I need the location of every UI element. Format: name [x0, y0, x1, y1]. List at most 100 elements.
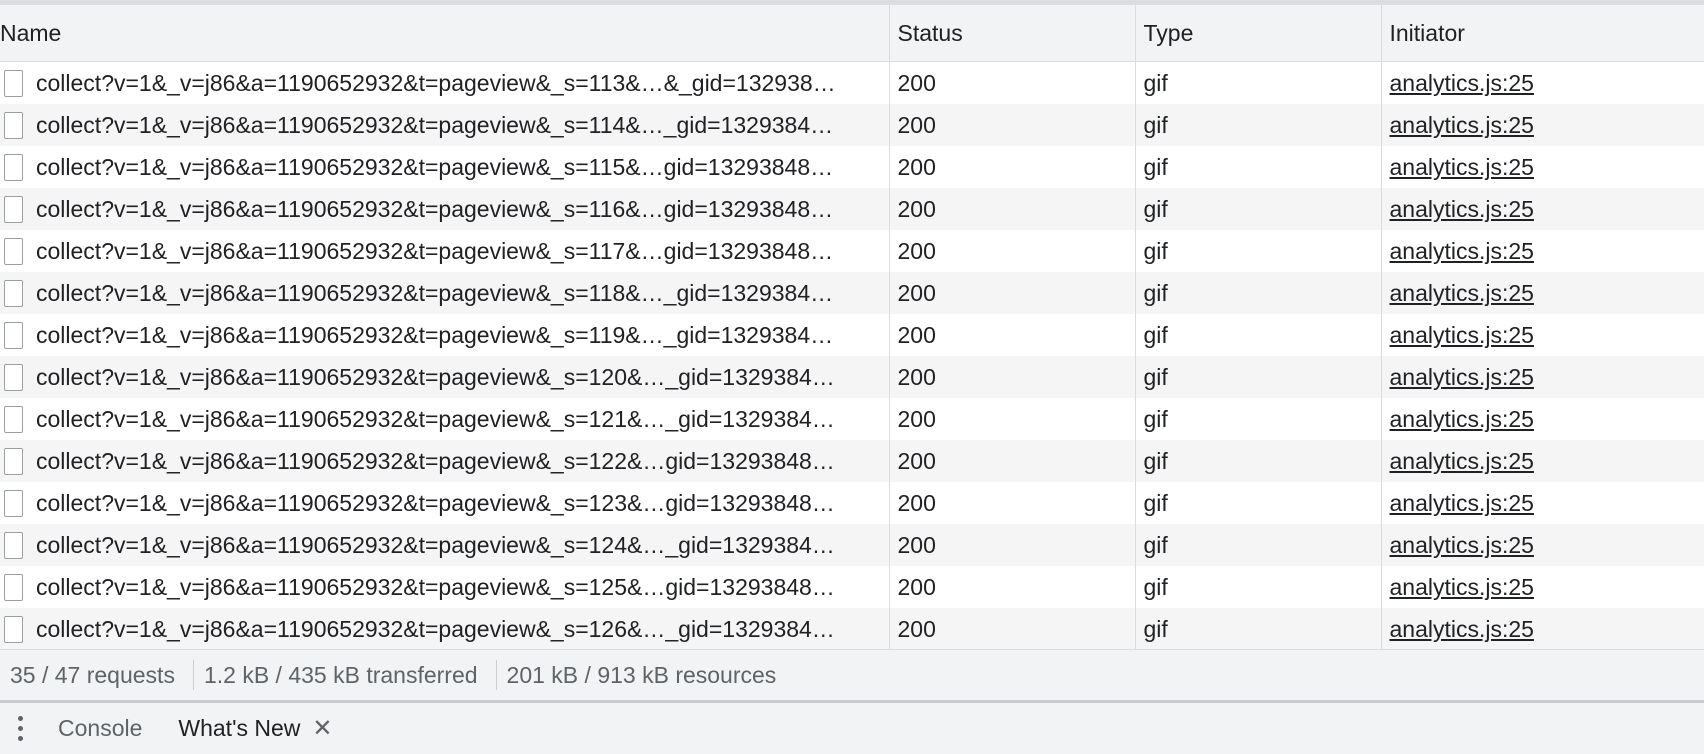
document-icon — [4, 531, 23, 559]
name-cell[interactable]: collect?v=1&_v=j86&a=1190652932&t=pagevi… — [0, 146, 890, 188]
initiator-cell: analytics.js:25 — [1381, 104, 1704, 146]
request-name: collect?v=1&_v=j86&a=1190652932&t=pagevi… — [36, 111, 834, 138]
initiator-cell: analytics.js:25 — [1381, 230, 1704, 272]
initiator-link[interactable]: analytics.js:25 — [1390, 364, 1534, 390]
request-name: collect?v=1&_v=j86&a=1190652932&t=pagevi… — [36, 489, 835, 516]
status-cell: 200 — [889, 272, 1136, 314]
table-row[interactable]: collect?v=1&_v=j86&a=1190652932&t=pagevi… — [0, 608, 1704, 649]
name-wrap: collect?v=1&_v=j86&a=1190652932&t=pagevi… — [0, 363, 888, 391]
table-row[interactable]: collect?v=1&_v=j86&a=1190652932&t=pagevi… — [0, 482, 1704, 524]
status-summary-bar: 35 / 47 requests 1.2 kB / 435 kB transfe… — [0, 649, 1704, 703]
initiator-cell: analytics.js:25 — [1381, 272, 1704, 314]
request-name: collect?v=1&_v=j86&a=1190652932&t=pagevi… — [36, 573, 835, 600]
column-header-type[interactable]: Type — [1135, 5, 1382, 62]
table-row[interactable]: collect?v=1&_v=j86&a=1190652932&t=pagevi… — [0, 61, 1704, 104]
document-icon — [4, 69, 23, 97]
initiator-link[interactable]: analytics.js:25 — [1390, 112, 1534, 138]
initiator-link[interactable]: analytics.js:25 — [1390, 322, 1534, 348]
table-row[interactable]: collect?v=1&_v=j86&a=1190652932&t=pagevi… — [0, 104, 1704, 146]
document-icon — [4, 615, 23, 643]
tab-label: What's New — [178, 715, 301, 741]
name-cell[interactable]: collect?v=1&_v=j86&a=1190652932&t=pagevi… — [0, 440, 890, 482]
table-row[interactable]: collect?v=1&_v=j86&a=1190652932&t=pagevi… — [0, 230, 1704, 272]
initiator-cell: analytics.js:25 — [1381, 482, 1704, 524]
name-cell[interactable]: collect?v=1&_v=j86&a=1190652932&t=pagevi… — [0, 188, 890, 230]
name-cell[interactable]: collect?v=1&_v=j86&a=1190652932&t=pagevi… — [0, 608, 890, 649]
table-row[interactable]: collect?v=1&_v=j86&a=1190652932&t=pagevi… — [0, 356, 1704, 398]
name-wrap: collect?v=1&_v=j86&a=1190652932&t=pagevi… — [0, 279, 888, 307]
name-wrap: collect?v=1&_v=j86&a=1190652932&t=pagevi… — [0, 573, 888, 601]
type-cell: gif — [1135, 188, 1382, 230]
network-request-grid: Name Status Type Initiator collect?v=1&_… — [0, 5, 1704, 649]
name-cell[interactable]: collect?v=1&_v=j86&a=1190652932&t=pagevi… — [0, 566, 890, 608]
initiator-cell: analytics.js:25 — [1381, 440, 1704, 482]
table-row[interactable]: collect?v=1&_v=j86&a=1190652932&t=pagevi… — [0, 188, 1704, 230]
more-options-icon[interactable] — [0, 703, 40, 754]
request-name: collect?v=1&_v=j86&a=1190652932&t=pagevi… — [36, 195, 834, 222]
tab-whats-new[interactable]: What's New ✕ — [160, 703, 350, 754]
name-wrap: collect?v=1&_v=j86&a=1190652932&t=pagevi… — [0, 489, 888, 517]
close-icon[interactable]: ✕ — [312, 714, 332, 743]
initiator-link[interactable]: analytics.js:25 — [1390, 574, 1534, 600]
request-name: collect?v=1&_v=j86&a=1190652932&t=pagevi… — [36, 531, 835, 558]
document-icon — [4, 489, 23, 517]
status-cell: 200 — [889, 608, 1136, 649]
document-icon — [4, 363, 23, 391]
name-cell[interactable]: collect?v=1&_v=j86&a=1190652932&t=pagevi… — [0, 356, 890, 398]
name-cell[interactable]: collect?v=1&_v=j86&a=1190652932&t=pagevi… — [0, 272, 890, 314]
column-header-name[interactable]: Name — [0, 5, 890, 62]
table-row[interactable]: collect?v=1&_v=j86&a=1190652932&t=pagevi… — [0, 524, 1704, 566]
initiator-link[interactable]: analytics.js:25 — [1390, 238, 1534, 264]
table-row[interactable]: collect?v=1&_v=j86&a=1190652932&t=pagevi… — [0, 566, 1704, 608]
status-cell: 200 — [889, 146, 1136, 188]
name-cell[interactable]: collect?v=1&_v=j86&a=1190652932&t=pagevi… — [0, 61, 890, 104]
document-icon — [4, 321, 23, 349]
name-cell[interactable]: collect?v=1&_v=j86&a=1190652932&t=pagevi… — [0, 314, 890, 356]
document-icon — [4, 405, 23, 433]
name-wrap: collect?v=1&_v=j86&a=1190652932&t=pagevi… — [0, 195, 888, 223]
initiator-link[interactable]: analytics.js:25 — [1390, 406, 1534, 432]
initiator-link[interactable]: analytics.js:25 — [1390, 280, 1534, 306]
type-cell: gif — [1135, 104, 1382, 146]
request-name: collect?v=1&_v=j86&a=1190652932&t=pagevi… — [36, 153, 834, 180]
requests-count: 35 / 47 requests — [10, 661, 175, 688]
column-header-status[interactable]: Status — [889, 5, 1136, 62]
request-name: collect?v=1&_v=j86&a=1190652932&t=pagevi… — [36, 237, 834, 264]
document-icon — [4, 279, 23, 307]
name-cell[interactable]: collect?v=1&_v=j86&a=1190652932&t=pagevi… — [0, 230, 890, 272]
document-icon — [4, 573, 23, 601]
status-cell: 200 — [889, 440, 1136, 482]
initiator-cell: analytics.js:25 — [1381, 356, 1704, 398]
type-cell: gif — [1135, 608, 1382, 649]
table-row[interactable]: collect?v=1&_v=j86&a=1190652932&t=pagevi… — [0, 146, 1704, 188]
request-name: collect?v=1&_v=j86&a=1190652932&t=pagevi… — [36, 615, 835, 642]
tab-console[interactable]: Console — [40, 703, 160, 754]
name-cell[interactable]: collect?v=1&_v=j86&a=1190652932&t=pagevi… — [0, 524, 890, 566]
initiator-link[interactable]: analytics.js:25 — [1390, 70, 1534, 96]
table-row[interactable]: collect?v=1&_v=j86&a=1190652932&t=pagevi… — [0, 314, 1704, 356]
request-name: collect?v=1&_v=j86&a=1190652932&t=pagevi… — [36, 405, 835, 432]
name-wrap: collect?v=1&_v=j86&a=1190652932&t=pagevi… — [0, 447, 888, 475]
status-cell: 200 — [889, 230, 1136, 272]
initiator-link[interactable]: analytics.js:25 — [1390, 154, 1534, 180]
initiator-link[interactable]: analytics.js:25 — [1390, 490, 1534, 516]
table-row[interactable]: collect?v=1&_v=j86&a=1190652932&t=pagevi… — [0, 272, 1704, 314]
name-cell[interactable]: collect?v=1&_v=j86&a=1190652932&t=pagevi… — [0, 398, 890, 440]
initiator-link[interactable]: analytics.js:25 — [1390, 616, 1534, 642]
initiator-link[interactable]: analytics.js:25 — [1390, 532, 1534, 558]
network-request-table: Name Status Type Initiator collect?v=1&_… — [0, 5, 1704, 649]
initiator-link[interactable]: analytics.js:25 — [1390, 196, 1534, 222]
table-body: collect?v=1&_v=j86&a=1190652932&t=pagevi… — [0, 61, 1704, 649]
initiator-cell: analytics.js:25 — [1381, 146, 1704, 188]
name-cell[interactable]: collect?v=1&_v=j86&a=1190652932&t=pagevi… — [0, 482, 890, 524]
initiator-link[interactable]: analytics.js:25 — [1390, 448, 1534, 474]
status-cell: 200 — [889, 524, 1136, 566]
initiator-cell: analytics.js:25 — [1381, 314, 1704, 356]
name-cell[interactable]: collect?v=1&_v=j86&a=1190652932&t=pagevi… — [0, 104, 890, 146]
table-row[interactable]: collect?v=1&_v=j86&a=1190652932&t=pagevi… — [0, 440, 1704, 482]
column-header-initiator[interactable]: Initiator — [1381, 5, 1704, 62]
request-name: collect?v=1&_v=j86&a=1190652932&t=pagevi… — [36, 321, 834, 348]
name-wrap: collect?v=1&_v=j86&a=1190652932&t=pagevi… — [0, 237, 888, 265]
table-row[interactable]: collect?v=1&_v=j86&a=1190652932&t=pagevi… — [0, 398, 1704, 440]
resources-size: 201 kB / 913 kB resources — [506, 661, 777, 688]
